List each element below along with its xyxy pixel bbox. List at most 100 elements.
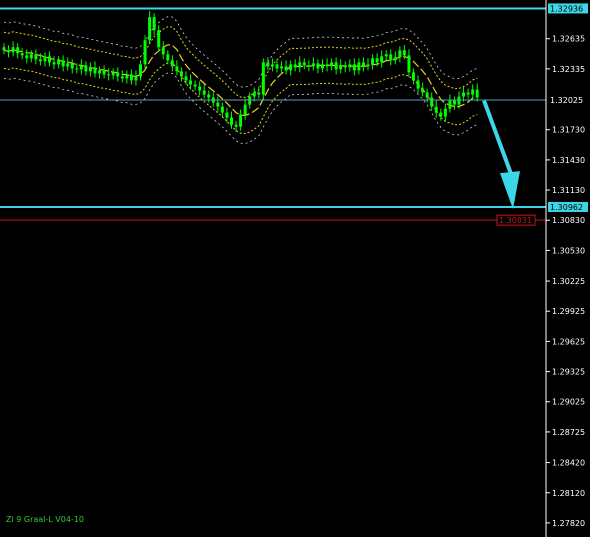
candle-body	[134, 76, 138, 81]
candle-body	[357, 62, 361, 71]
candle-body	[111, 72, 115, 76]
candle-body	[166, 54, 170, 61]
candle-body	[216, 102, 220, 107]
candle-body	[302, 62, 306, 66]
candle-body	[366, 64, 370, 67]
candle-body	[175, 66, 179, 72]
candle-body	[61, 60, 65, 67]
candle-body	[343, 65, 347, 68]
tick-label: 1.27820	[552, 519, 585, 528]
candle-body	[57, 60, 61, 65]
candle-body	[184, 76, 188, 81]
candle-body	[207, 94, 211, 98]
candle-body	[339, 65, 343, 70]
candle-body	[234, 124, 238, 127]
candle-body	[75, 68, 79, 70]
candle-body	[380, 56, 384, 63]
candle-body	[384, 54, 388, 57]
candle-body	[311, 63, 315, 67]
candle-body	[430, 97, 434, 107]
candle-body	[361, 62, 365, 67]
upper-level-tag-label: 1.32936	[550, 4, 583, 13]
candle-body	[20, 53, 24, 56]
candle-body	[120, 76, 124, 79]
candle-body	[193, 84, 197, 87]
candle-body	[139, 64, 142, 77]
tick-label: 1.30830	[552, 216, 585, 225]
candle-body	[239, 114, 243, 127]
tick-label: 1.31430	[552, 156, 585, 165]
candle-body	[257, 92, 261, 95]
candle-body	[389, 54, 393, 61]
candle-body	[402, 50, 406, 56]
candle-body	[2, 47, 6, 51]
candle-body	[298, 62, 302, 68]
candle-body	[7, 50, 11, 53]
candle-body	[243, 104, 247, 115]
candle-body	[475, 89, 479, 98]
tick-label: 1.29925	[552, 307, 585, 316]
candle-body	[161, 47, 165, 55]
candle-body	[170, 60, 174, 67]
candle-body	[321, 64, 324, 69]
upper-band-line	[3, 26, 478, 98]
candle-body	[98, 70, 102, 74]
candle-body	[443, 108, 447, 117]
lower-level-tag-label: 1.30962	[550, 203, 583, 212]
price-chart: 1.32635 1.32335 1.31730 1.31430 1.31130 1.308…	[0, 0, 588, 537]
candle-body	[29, 54, 33, 59]
candle-body	[102, 70, 106, 75]
candle-body	[412, 72, 415, 81]
arrow-head	[500, 171, 520, 210]
candles	[2, 11, 479, 132]
candle-body	[252, 92, 256, 97]
candle-body	[330, 62, 334, 67]
candle-body	[393, 57, 397, 61]
candle-body	[416, 80, 420, 89]
candle-body	[198, 86, 202, 91]
candle-body	[452, 100, 456, 105]
candle-body	[261, 62, 265, 95]
candle-body	[307, 65, 311, 67]
tick-label: 1.31130	[552, 186, 585, 195]
candle-body	[25, 55, 29, 59]
tick-label: 1.32635	[552, 35, 585, 44]
candle-body	[52, 62, 56, 65]
candle-body	[48, 56, 51, 63]
candle-body	[352, 64, 356, 71]
candle-body	[407, 55, 411, 73]
target-level-tag-label: 1.30831	[499, 216, 532, 225]
candle-body	[116, 72, 120, 77]
upper-envelope-line	[3, 16, 478, 88]
candle-body	[270, 64, 274, 67]
candle-body	[280, 66, 284, 69]
candle-body	[371, 58, 375, 65]
candle-body	[157, 30, 161, 48]
candle-body	[11, 47, 15, 53]
candle-body	[84, 65, 88, 72]
candle-body	[425, 92, 429, 98]
candle-body	[88, 67, 92, 72]
candle-body	[457, 96, 461, 105]
candle-body	[179, 71, 183, 77]
tick-label: 1.28725	[552, 428, 585, 437]
candle-body	[93, 67, 97, 74]
tick-label: 1.29025	[552, 398, 585, 407]
forecast-arrow	[482, 99, 520, 210]
horizontal-levels	[0, 7, 546, 221]
tick-label: 1.30225	[552, 277, 585, 286]
moving-average-line	[3, 44, 478, 117]
candle-body	[248, 96, 252, 105]
mid-level-tag-label: 1.32025	[550, 96, 583, 105]
candle-body	[34, 54, 38, 60]
candle-body	[38, 59, 42, 62]
candle-body	[448, 100, 452, 109]
candle-body	[16, 47, 20, 54]
candle-body	[43, 56, 47, 62]
candle-body	[275, 64, 279, 69]
candle-body	[202, 90, 206, 95]
candle-body	[129, 74, 133, 81]
candle-body	[79, 65, 83, 70]
candle-body	[70, 63, 74, 69]
candle-body	[316, 63, 320, 69]
